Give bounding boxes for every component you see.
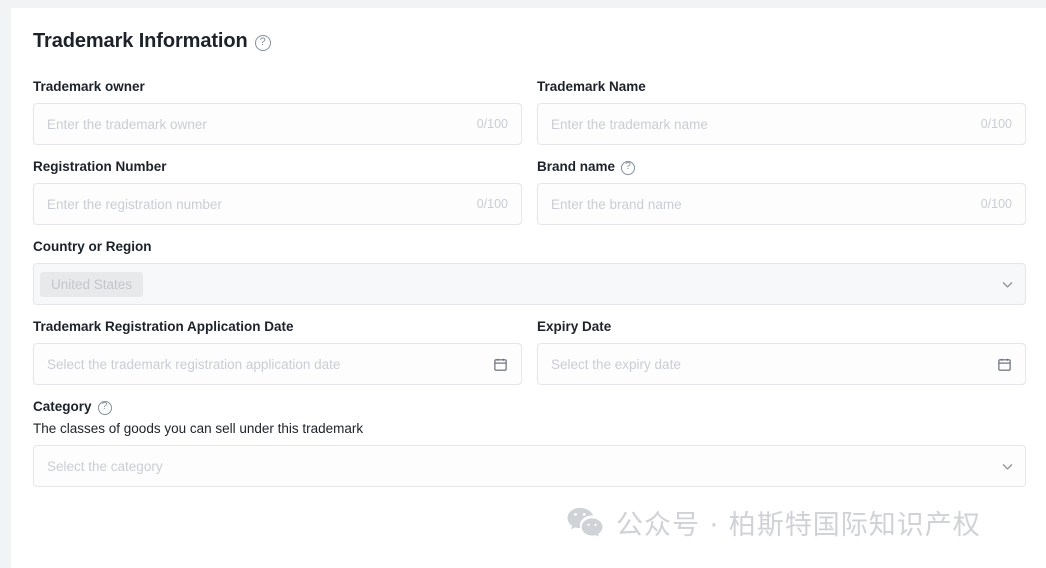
form-row-category: Category ? The classes of goods you can …	[33, 399, 1026, 487]
help-glyph: ?	[625, 161, 631, 172]
chevron-down-icon[interactable]	[1001, 278, 1014, 291]
country-or-region-select[interactable]: United States	[33, 263, 1026, 305]
question-circle-icon[interactable]: ?	[97, 400, 112, 415]
label-registration-number: Registration Number	[33, 159, 522, 174]
registration-number-placeholder: Enter the registration number	[47, 196, 222, 212]
trademark-information-card: Trademark Information ? Trademark owner …	[11, 8, 1046, 568]
label-country-or-region: Country or Region	[33, 239, 1026, 254]
category-placeholder: Select the category	[47, 458, 163, 474]
trademark-name-placeholder: Enter the trademark name	[551, 116, 708, 132]
page-title: Trademark Information	[33, 30, 248, 52]
trademark-name-counter: 0/100	[980, 117, 1012, 131]
label-application-date: Trademark Registration Application Date	[33, 319, 522, 334]
label-text: Category	[33, 399, 92, 414]
trademark-name-input[interactable]: Enter the trademark name 0/100	[537, 103, 1026, 145]
help-glyph: ?	[101, 401, 108, 412]
country-selected-tag[interactable]: United States	[40, 271, 144, 297]
calendar-icon[interactable]	[493, 357, 508, 372]
label-expiry-date: Expiry Date	[537, 319, 1026, 334]
trademark-owner-counter: 0/100	[476, 117, 508, 131]
label-trademark-owner: Trademark owner	[33, 79, 522, 94]
expiry-date-picker[interactable]: Select the expiry date	[537, 343, 1026, 385]
form-row-dates: Trademark Registration Application Date …	[33, 319, 1026, 385]
label-text: Country or Region	[33, 239, 152, 254]
application-date-placeholder: Select the trademark registration applic…	[47, 356, 341, 372]
label-text: Registration Number	[33, 159, 167, 174]
help-glyph: ?	[259, 35, 266, 48]
label-text: Expiry Date	[537, 319, 612, 334]
label-trademark-name: Trademark Name	[537, 79, 1026, 94]
field-trademark-name: Trademark Name Enter the trademark name …	[537, 79, 1026, 145]
section-header: Trademark Information ?	[33, 30, 1024, 53]
label-text: Trademark Name	[537, 79, 646, 94]
label-text: Trademark Registration Application Date	[33, 319, 294, 334]
registration-number-input[interactable]: Enter the registration number 0/100	[33, 183, 522, 225]
question-circle-icon[interactable]: ?	[621, 160, 636, 175]
trademark-owner-input[interactable]: Enter the trademark owner 0/100	[33, 103, 522, 145]
field-category: Category ? The classes of goods you can …	[33, 399, 1026, 487]
registration-number-counter: 0/100	[476, 197, 508, 211]
label-category: Category ?	[33, 399, 1026, 415]
field-trademark-owner: Trademark owner Enter the trademark owne…	[33, 79, 522, 145]
form-row-country: Country or Region United States	[33, 239, 1026, 305]
label-text: Trademark owner	[33, 79, 145, 94]
chevron-down-icon[interactable]	[1001, 460, 1014, 473]
trademark-owner-placeholder: Enter the trademark owner	[47, 116, 207, 132]
application-date-picker[interactable]: Select the trademark registration applic…	[33, 343, 522, 385]
brand-name-placeholder: Enter the brand name	[551, 196, 682, 212]
question-circle-icon[interactable]: ?	[254, 34, 271, 51]
expiry-date-placeholder: Select the expiry date	[551, 356, 681, 372]
field-registration-number: Registration Number Enter the registrati…	[33, 159, 522, 225]
category-helper-text: The classes of goods you can sell under …	[33, 421, 364, 436]
category-select[interactable]: Select the category	[33, 445, 1026, 487]
field-country-or-region: Country or Region United States	[33, 239, 1026, 305]
brand-name-counter: 0/100	[980, 197, 1012, 211]
label-text: Brand name	[537, 159, 616, 174]
field-application-date: Trademark Registration Application Date …	[33, 319, 522, 385]
calendar-icon[interactable]	[997, 357, 1012, 372]
form-row-registration-brand: Registration Number Enter the registrati…	[33, 159, 1026, 225]
label-brand-name: Brand name ?	[537, 159, 1026, 175]
field-expiry-date: Expiry Date Select the expiry date	[537, 319, 1026, 385]
field-brand-name: Brand name ? Enter the brand name 0/100	[537, 159, 1026, 225]
brand-name-input[interactable]: Enter the brand name 0/100	[537, 183, 1026, 225]
form-row-owner-name: Trademark owner Enter the trademark owne…	[33, 79, 1026, 145]
page-background: Trademark Information ? Trademark owner …	[0, 0, 1046, 568]
